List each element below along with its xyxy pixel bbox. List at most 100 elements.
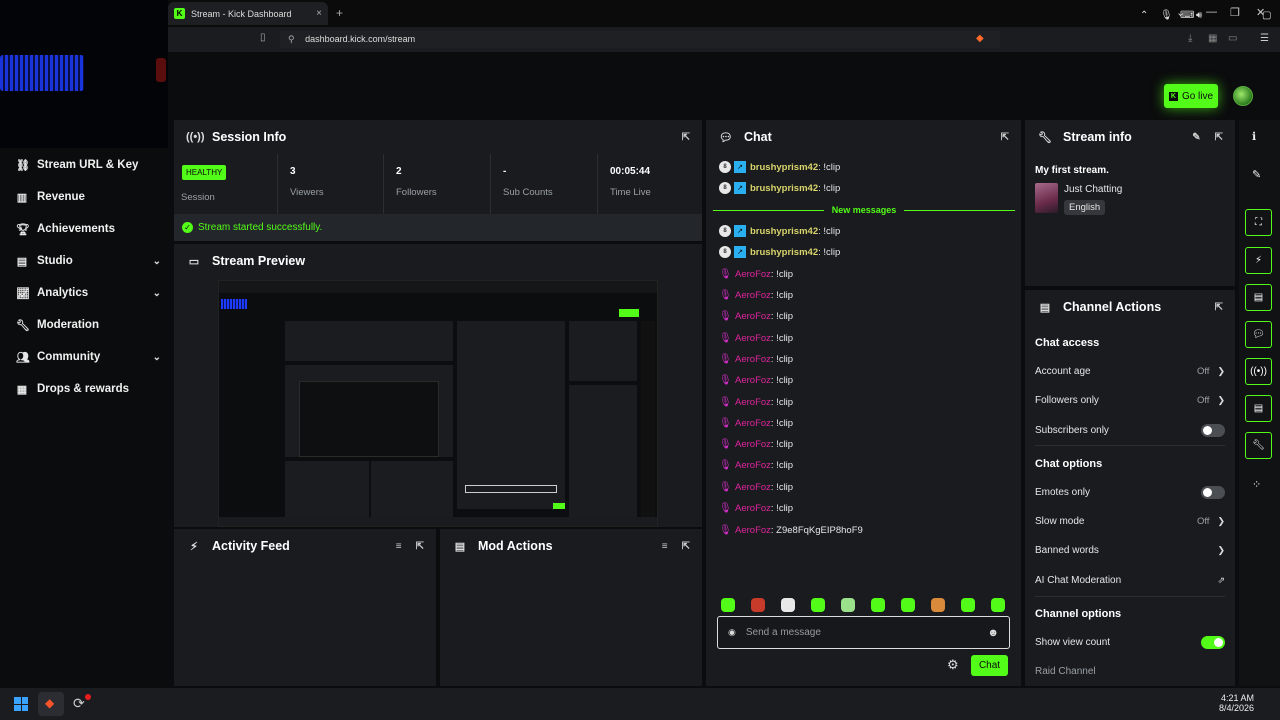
avatar[interactable] bbox=[1233, 86, 1253, 106]
info-icon[interactable]: ℹ bbox=[1252, 130, 1256, 143]
chat-message[interactable]: 🎙︎ AeroFoz: !clip bbox=[719, 500, 793, 516]
sidebar-item-stream-url[interactable]: ⛓ Stream URL & Key bbox=[16, 155, 161, 175]
popout-icon[interactable]: ⇱ bbox=[1215, 302, 1223, 313]
edit-icon[interactable]: ✎ bbox=[1192, 132, 1200, 143]
url-field[interactable]: ⚲ dashboard.kick.com/stream bbox=[280, 31, 1000, 48]
emotes-only-toggle[interactable] bbox=[1201, 485, 1225, 499]
chat-message[interactable]: 🎙︎ AeroFoz: !clip bbox=[719, 394, 793, 410]
sidebar-item-community[interactable]: 👥︎ Community ⌄ bbox=[16, 347, 161, 367]
chat-username[interactable]: AeroFoz bbox=[735, 418, 771, 429]
chat-username[interactable]: brushyprism42 bbox=[750, 162, 818, 173]
gear-icon[interactable]: ⚙ bbox=[947, 657, 959, 673]
bookmark-icon[interactable]: ▯ bbox=[260, 32, 266, 43]
emote-icon[interactable] bbox=[721, 598, 735, 612]
chat-username[interactable]: brushyprism42 bbox=[750, 226, 818, 237]
chat-message[interactable]: 🎙︎ AeroFoz: Z9e8FqKgEIP8hoF9 bbox=[719, 522, 863, 538]
chat-input[interactable]: ◉ Send a message ☻ bbox=[717, 616, 1010, 649]
chat-message[interactable]: 🎙︎ AeroFoz: !clip bbox=[719, 457, 793, 473]
emote-icon[interactable] bbox=[811, 598, 825, 612]
more-apps-icon[interactable]: ⁘ bbox=[1252, 478, 1261, 491]
chat-username[interactable]: AeroFoz bbox=[735, 269, 771, 280]
chat-username[interactable]: AeroFoz bbox=[735, 503, 771, 514]
extensions-icon[interactable]: ▦ bbox=[1208, 33, 1217, 44]
chat-message[interactable]: 🎙︎ AeroFoz: !clip bbox=[719, 351, 793, 367]
crop-icon[interactable]: ⛶ bbox=[1245, 209, 1272, 236]
stream-preview-video[interactable] bbox=[218, 280, 658, 527]
chat-message[interactable]: 8 ↗ brushyprism42: !clip bbox=[719, 180, 840, 196]
chat-username[interactable]: AeroFoz bbox=[735, 525, 771, 536]
chat-message[interactable]: 🎙︎ AeroFoz: !clip bbox=[719, 436, 793, 452]
chat-bubble-icon[interactable]: 💬︎ bbox=[1245, 321, 1272, 348]
chat-username[interactable]: AeroFoz bbox=[735, 397, 771, 408]
broadcast-icon[interactable]: ((•)) bbox=[1245, 358, 1272, 385]
show-view-count-toggle[interactable] bbox=[1201, 635, 1225, 649]
chat-message[interactable]: 8 ↗ brushyprism42: !clip bbox=[719, 223, 840, 239]
subscribers-only-toggle[interactable] bbox=[1201, 423, 1225, 437]
emote-icon[interactable] bbox=[991, 598, 1005, 612]
channel-icon[interactable]: ▤ bbox=[1245, 395, 1272, 422]
chat-message[interactable]: 8 ↗ brushyprism42: !clip bbox=[719, 244, 840, 260]
edit-icon[interactable]: ✎ bbox=[1252, 168, 1261, 181]
banned-words-row[interactable]: Banned words ❯ bbox=[1035, 541, 1225, 559]
close-tab-icon[interactable]: × bbox=[316, 8, 322, 19]
filter-icon[interactable]: ≡ bbox=[396, 541, 402, 552]
go-live-button[interactable]: K Go live bbox=[1164, 84, 1218, 108]
chat-message[interactable]: 8 ↗ brushyprism42: !clip bbox=[719, 159, 840, 175]
send-chat-button[interactable]: Chat bbox=[971, 655, 1008, 676]
sidebar-item-analytics[interactable]: 📈︎ Analytics ⌄ bbox=[16, 283, 161, 303]
brave-taskbar-button[interactable]: ◆ bbox=[38, 692, 64, 716]
sidebar-item-achievements[interactable]: 🏆︎ Achievements bbox=[16, 219, 161, 239]
emote-icon[interactable] bbox=[781, 598, 795, 612]
emoji-icon[interactable]: ☻ bbox=[987, 627, 999, 639]
sidebar-item-moderation[interactable]: 🔧︎ Moderation bbox=[16, 315, 161, 335]
chat-username[interactable]: AeroFoz bbox=[735, 482, 771, 493]
browser-tab[interactable]: K Stream - Kick Dashboard × bbox=[168, 2, 328, 25]
chat-username[interactable]: brushyprism42 bbox=[750, 247, 818, 258]
wrench-icon[interactable]: 🔧︎ bbox=[1245, 432, 1272, 459]
network-icon[interactable]: ⌨ bbox=[1180, 10, 1194, 21]
chat-username[interactable]: brushyprism42 bbox=[750, 183, 818, 194]
chat-username[interactable]: AeroFoz bbox=[735, 311, 771, 322]
ai-moderation-row[interactable]: AI Chat Moderation ⇗ bbox=[1035, 571, 1225, 589]
notifications-icon[interactable]: ▢ bbox=[1262, 10, 1271, 21]
menu-icon[interactable]: ☰ bbox=[1260, 33, 1269, 44]
chat-message[interactable]: 🎙︎ AeroFoz: !clip bbox=[719, 266, 793, 282]
chevron-up-icon[interactable]: ⌃ bbox=[1140, 10, 1148, 21]
popout-icon[interactable]: ⇱ bbox=[1001, 132, 1009, 143]
slow-mode-row[interactable]: Slow mode Off ❯ bbox=[1035, 512, 1225, 530]
chat-username[interactable]: AeroFoz bbox=[735, 354, 771, 365]
chat-username[interactable]: AeroFoz bbox=[735, 333, 771, 344]
clock[interactable]: 4:21 AM 8/4/2026 bbox=[1218, 693, 1254, 713]
lightning-icon[interactable]: ⚡︎ bbox=[1245, 247, 1272, 274]
raid-channel-row[interactable]: Raid Channel bbox=[1035, 662, 1225, 680]
chat-message[interactable]: 🎙︎ AeroFoz: !clip bbox=[719, 287, 793, 303]
chat-message[interactable]: 🎙︎ AeroFoz: !clip bbox=[719, 479, 793, 495]
site-info-icon[interactable]: ⚲ bbox=[288, 34, 295, 44]
volume-icon[interactable]: 🔊︎ bbox=[1196, 10, 1202, 21]
windows-start-icon[interactable] bbox=[14, 697, 28, 711]
category-name[interactable]: Just Chatting bbox=[1064, 184, 1122, 195]
account-age-row[interactable]: Account age Off ❯ bbox=[1035, 362, 1225, 380]
emote-icon[interactable] bbox=[931, 598, 945, 612]
emote-icon[interactable] bbox=[871, 598, 885, 612]
chat-message[interactable]: 🎙︎ AeroFoz: !clip bbox=[719, 308, 793, 324]
emote-icon[interactable] bbox=[901, 598, 915, 612]
filter-icon[interactable]: ≡ bbox=[662, 541, 668, 552]
new-tab-button[interactable]: + bbox=[336, 6, 343, 20]
sidebar-toggle-icon[interactable]: ▭ bbox=[1228, 33, 1237, 44]
emote-icon[interactable] bbox=[961, 598, 975, 612]
popout-icon[interactable]: ⇱ bbox=[682, 541, 690, 552]
chat-message[interactable]: 🎙︎ AeroFoz: !clip bbox=[719, 330, 793, 346]
app-icon[interactable]: ⟳ bbox=[73, 695, 85, 712]
chat-username[interactable]: AeroFoz bbox=[735, 439, 771, 450]
followers-only-row[interactable]: Followers only Off ❯ bbox=[1035, 391, 1225, 409]
chat-username[interactable]: AeroFoz bbox=[735, 460, 771, 471]
sidebar-item-studio[interactable]: ▤ Studio ⌄ bbox=[16, 251, 161, 271]
chat-username[interactable]: AeroFoz bbox=[735, 290, 771, 301]
chat-username[interactable]: AeroFoz bbox=[735, 375, 771, 386]
popout-icon[interactable]: ⇱ bbox=[1215, 132, 1223, 143]
sidebar-item-revenue[interactable]: ▥ Revenue bbox=[16, 187, 161, 207]
popout-icon[interactable]: ⇱ bbox=[682, 132, 690, 143]
popout-icon[interactable]: ⇱ bbox=[416, 541, 424, 552]
document-icon[interactable]: ▤ bbox=[1245, 284, 1272, 311]
